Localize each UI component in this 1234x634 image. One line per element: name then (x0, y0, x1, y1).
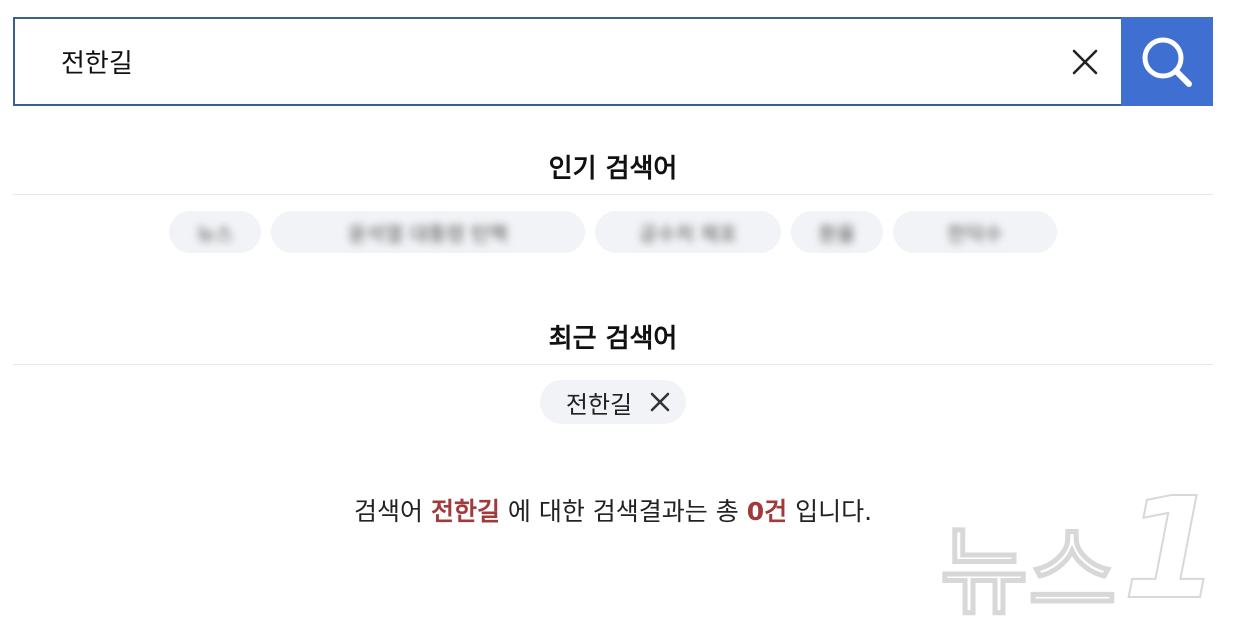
popular-search-chip[interactable]: 한덕수 (893, 211, 1057, 253)
popular-searches-list: 뉴스 윤석열 대통령 탄핵 공수처 체포 환율 한덕수 (13, 211, 1213, 253)
search-bar (13, 17, 1213, 106)
result-suffix: 입니다. (795, 497, 873, 526)
remove-recent-search-button[interactable] (650, 392, 670, 412)
popular-search-chip[interactable]: 윤석열 대통령 탄핵 (271, 211, 585, 253)
result-keyword: 전한길 (430, 497, 500, 526)
search-result-message: 검색어 전한길 에 대한 검색결과는 총 0건 입니다. (13, 492, 1213, 528)
search-input[interactable] (15, 19, 1057, 104)
result-count: 0건 (746, 497, 788, 526)
popular-search-label: 환율 (818, 221, 856, 246)
popular-search-label: 공수처 체포 (638, 221, 738, 246)
result-prefix: 검색어 (353, 497, 423, 526)
popular-searches-title: 인기 검색어 (548, 154, 678, 184)
watermark-text: 뉴스 (939, 516, 1118, 628)
popular-search-label: 한덕수 (947, 221, 1003, 246)
clear-search-button[interactable] (1057, 19, 1113, 104)
result-middle: 에 대한 검색결과는 총 (507, 497, 739, 526)
popular-search-label: 뉴스 (196, 221, 234, 246)
recent-search-label: 전한길 (565, 390, 633, 419)
popular-search-label: 윤석열 대통령 탄핵 (348, 221, 508, 246)
popular-search-chip[interactable]: 공수처 체포 (595, 211, 781, 253)
recent-search-chip[interactable]: 전한길 (539, 380, 687, 424)
recent-searches-title: 최근 검색어 (548, 324, 678, 354)
close-icon (1072, 49, 1098, 74)
popular-search-chip[interactable]: 뉴스 (169, 211, 261, 253)
search-icon (1142, 37, 1192, 87)
search-button[interactable] (1121, 17, 1213, 106)
close-icon (650, 392, 670, 412)
popular-search-chip[interactable]: 환율 (791, 211, 883, 253)
recent-searches-list: 전한길 (13, 380, 1213, 424)
popular-divider (13, 194, 1213, 195)
recent-divider (13, 364, 1213, 365)
